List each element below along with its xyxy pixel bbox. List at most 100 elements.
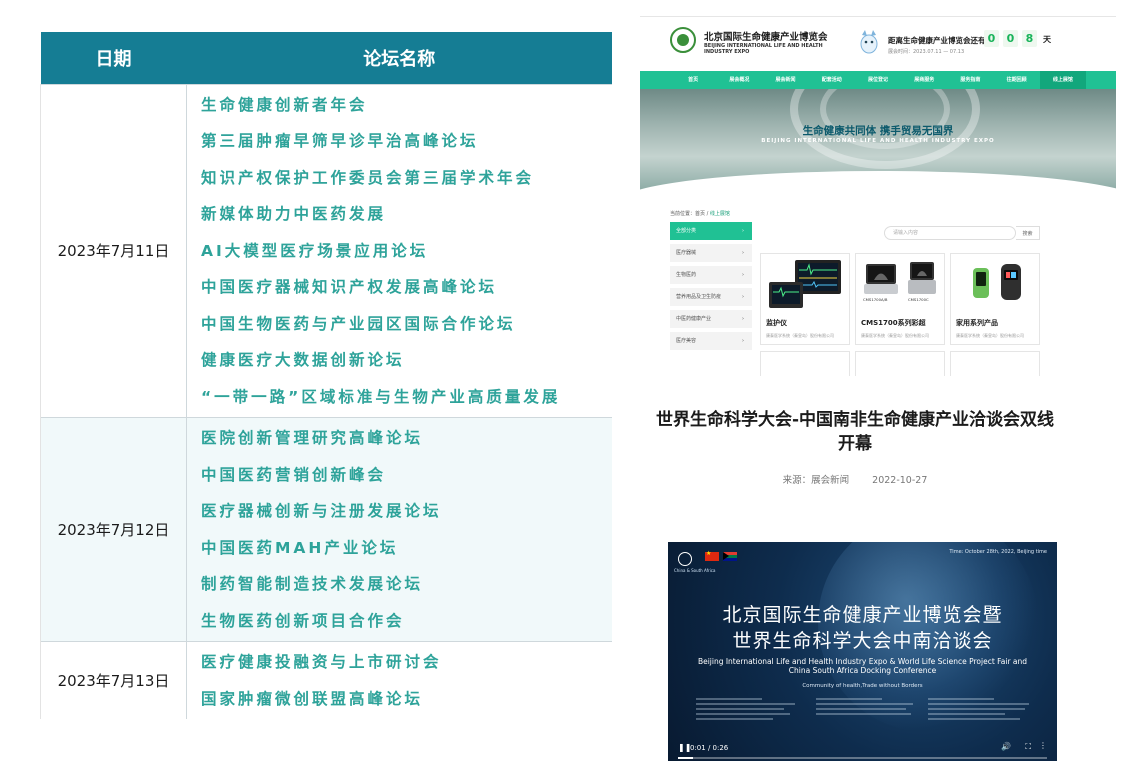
countdown-dates: 展会时间：2023.07.11 — 07.13 bbox=[888, 49, 965, 55]
header-forum: 论坛名称 bbox=[186, 32, 612, 84]
product-card[interactable]: 家用系列产品 康泰医学系统（秦皇岛）股份有限公司 bbox=[950, 253, 1040, 345]
nav-item[interactable]: 服务指南 bbox=[947, 71, 993, 89]
video-subtitle-en: Beijing International Life and Health In… bbox=[697, 657, 1028, 675]
forum-name: 医疗健康投融资与上市研讨会 bbox=[201, 653, 442, 671]
forum-name: 中国医药MAH产业论坛 bbox=[201, 538, 399, 557]
nav-item[interactable]: 展会概况 bbox=[716, 71, 762, 89]
schedule-date: 2023年7月13日 bbox=[40, 641, 187, 719]
countdown-digit: 8 bbox=[1022, 30, 1037, 47]
breadcrumb: 当前位置：首页 / 线上展馆 bbox=[670, 210, 730, 217]
video-timecode: 0:01 / 0:26 bbox=[690, 744, 729, 752]
home-devices-image bbox=[973, 264, 1021, 300]
site-header: 北京国际生命健康产业博览会 BEIJING INTERNATIONAL LIFE… bbox=[640, 17, 1116, 69]
category-item[interactable]: 医疗美容 › bbox=[670, 332, 752, 350]
event-time: Time: October 28th, 2022, Beijing time bbox=[949, 549, 1047, 555]
nav-item[interactable]: 展位登记 bbox=[855, 71, 901, 89]
nav-item[interactable]: 配套活动 bbox=[809, 71, 855, 89]
schedule-row: 2023年7月13日 医疗健康投融资与上市研讨会 国家肿瘤微创联盟高峰论坛 bbox=[40, 641, 612, 719]
organizers-fineprint bbox=[696, 698, 806, 734]
product-card[interactable]: CMS1700A/B CMS1700C CMS1700系列彩超 康泰医学系统（秦… bbox=[855, 253, 945, 345]
schedule-date: 2023年7月11日 bbox=[40, 83, 187, 418]
breadcrumb-home[interactable]: 首页 bbox=[695, 211, 705, 217]
video-title-line2: 世界生命科学大会中南洽谈会 bbox=[732, 630, 993, 652]
nav-item[interactable]: 线上展馆 bbox=[1039, 71, 1086, 89]
ultrasound-device-image bbox=[864, 262, 936, 294]
product-card[interactable] bbox=[950, 351, 1040, 376]
category-label: 中医药健康产业 bbox=[676, 316, 712, 322]
search-button[interactable]: 搜索 bbox=[1016, 226, 1040, 240]
organizer-logo-icon bbox=[678, 552, 692, 566]
nav-item[interactable]: 首页 bbox=[670, 71, 716, 89]
schedule-row: 2023年7月12日 医院创新管理研究高峰论坛 中国医药营销创新峰会医疗器械创新与注… bbox=[40, 417, 612, 642]
fullscreen-icon[interactable]: ⛶ bbox=[1025, 742, 1031, 752]
forum-name: 第三届肿瘤早筛早诊早治高峰论坛 bbox=[201, 132, 479, 150]
product-company: 康泰医学系统（秦皇岛）股份有限公司 bbox=[861, 333, 929, 338]
forum-name: 健康医疗大数据创新论坛 bbox=[201, 351, 405, 369]
category-label: 营养用品及卫生防疫 bbox=[676, 294, 722, 300]
product-search-input[interactable]: 请输入内容 bbox=[884, 226, 1016, 240]
forum-name: 生命健康创新者年会 bbox=[201, 95, 368, 114]
banner-slogan-en: BEIJING INTERNATIONAL LIFE AND HEALTH IN… bbox=[761, 138, 995, 144]
article-meta: 来源：展会新闻 2022-10-27 bbox=[655, 472, 1055, 486]
video-progress-bar[interactable] bbox=[678, 757, 1047, 759]
breadcrumb-prefix: 当前位置： bbox=[670, 211, 696, 217]
forum-name: 中国医疗器械知识产权发展高峰论坛 bbox=[201, 278, 498, 296]
more-options-icon[interactable]: ⋮ bbox=[1039, 741, 1047, 750]
organizers-fineprint bbox=[928, 698, 1038, 734]
forum-name: 中国医药营销创新峰会 bbox=[201, 465, 387, 484]
forum-list: 医院创新管理研究高峰论坛 中国医药营销创新峰会医疗器械创新与注册发展论坛 中国医药M… bbox=[186, 417, 612, 642]
chevron-right-icon: › bbox=[742, 228, 744, 234]
category-item[interactable]: 医疗器械 › bbox=[670, 244, 752, 262]
schedule-date: 2023年7月12日 bbox=[40, 417, 187, 642]
nav-item[interactable]: 展商服务 bbox=[901, 71, 947, 89]
chevron-right-icon: › bbox=[742, 338, 744, 344]
breadcrumb-current: 线上展馆 bbox=[709, 211, 730, 217]
forum-list: 医疗健康投融资与上市研讨会 国家肿瘤微创联盟高峰论坛 bbox=[186, 641, 612, 719]
forum-list: 生命健康创新者年会 第三届肿瘤早筛早诊早治高峰论坛 知识产权保护工作委员会第三届学术… bbox=[186, 83, 612, 418]
organizer-name: China & South Africa bbox=[674, 568, 716, 573]
video-tagline: Community of health,Trade without Border… bbox=[802, 683, 923, 689]
category-item[interactable]: 全部分类 › bbox=[670, 222, 752, 240]
forum-name: “一带一路”区域标准与生物产业高质量发展 bbox=[201, 387, 561, 406]
category-label: 生物医药 bbox=[676, 272, 697, 278]
product-card[interactable] bbox=[855, 351, 945, 376]
chevron-right-icon: › bbox=[742, 250, 744, 256]
expo-logo-icon[interactable] bbox=[670, 27, 696, 53]
hero-banner: 生命健康共同体 携手贸易无国界 BEIJING INTERNATIONAL LI… bbox=[640, 89, 1116, 193]
main-nav: 首页 展会概况 展会新闻 配套活动 展位登记 展商服务 服务指南 往期回顾 线上展馆 bbox=[640, 71, 1116, 89]
category-label: 医疗美容 bbox=[676, 338, 697, 344]
patient-monitor-image bbox=[769, 260, 841, 308]
forum-name: 医疗器械创新与注册发展论坛 bbox=[201, 502, 442, 520]
product-title: 家用系列产品 bbox=[956, 319, 998, 327]
mascot-icon bbox=[860, 30, 878, 54]
category-item[interactable]: 营养用品及卫生防疫 › bbox=[670, 288, 752, 306]
article-date: 2022-10-27 bbox=[872, 475, 928, 486]
organizers-fineprint bbox=[816, 698, 926, 734]
product-caption: CMS1700A/B bbox=[863, 297, 888, 302]
countdown-label: 距离生命健康产业博览会还有 bbox=[888, 36, 986, 45]
countdown-digit: 0 bbox=[1003, 30, 1018, 47]
category-item[interactable]: 中医药健康产业 › bbox=[670, 310, 752, 328]
video-player[interactable]: China & South Africa Time: October 28th,… bbox=[668, 542, 1057, 761]
volume-icon[interactable]: 🔊 bbox=[1001, 742, 1011, 751]
product-caption: CMS1700C bbox=[908, 297, 929, 302]
product-title: 监护仪 bbox=[766, 319, 787, 327]
forum-name: 医院创新管理研究高峰论坛 bbox=[201, 429, 424, 447]
category-label: 全部分类 bbox=[676, 228, 697, 234]
product-company: 康泰医学系统（秦皇岛）股份有限公司 bbox=[956, 333, 1024, 338]
chevron-right-icon: › bbox=[742, 316, 744, 322]
product-card[interactable]: 监护仪 康泰医学系统（秦皇岛）股份有限公司 bbox=[760, 253, 850, 345]
south-africa-flag-icon bbox=[723, 552, 737, 561]
forum-name: 生物医药创新项目合作会 bbox=[201, 611, 405, 630]
product-company: 康泰医学系统（秦皇岛）股份有限公司 bbox=[766, 333, 834, 338]
category-label: 医疗器械 bbox=[676, 250, 697, 256]
nav-item[interactable]: 展会新闻 bbox=[762, 71, 808, 89]
countdown-unit: 天 bbox=[1043, 35, 1051, 44]
forum-name: 制药智能制造技术发展论坛 bbox=[201, 575, 424, 593]
nav-item[interactable]: 往期回顾 bbox=[994, 71, 1040, 89]
product-card[interactable] bbox=[760, 351, 850, 376]
article-title: 世界生命科学大会-中国南非生命健康产业洽谈会双线开幕 bbox=[655, 410, 1055, 454]
forum-schedule-table: 日期 论坛名称 2023年7月11日 生命健康创新者年会 第三届肿瘤早筛早诊早治高峰… bbox=[40, 32, 612, 719]
schedule-row: 2023年7月11日 生命健康创新者年会 第三届肿瘤早筛早诊早治高峰论坛 知识产权保护… bbox=[40, 83, 612, 418]
category-item[interactable]: 生物医药 › bbox=[670, 266, 752, 284]
